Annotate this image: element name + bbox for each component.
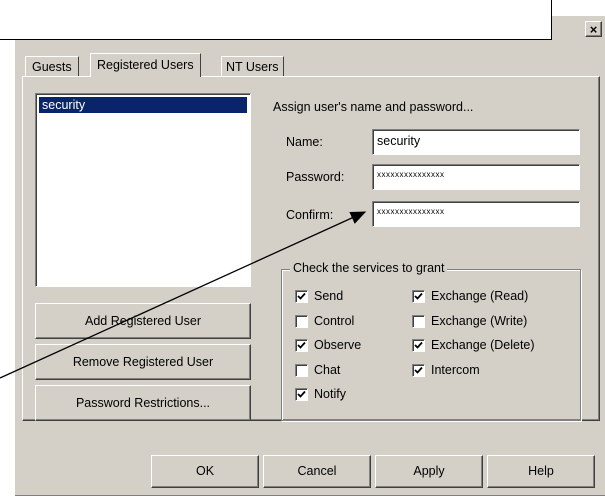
help-label: Help <box>528 464 554 478</box>
tab-guests-label: Guests <box>32 60 72 74</box>
list-item-label: security <box>42 98 86 112</box>
checkbox-empty-icon[interactable] <box>412 315 425 329</box>
checkmark-icon[interactable] <box>295 290 308 304</box>
registered-users-list[interactable]: security <box>35 93 251 287</box>
close-icon: × <box>589 22 598 37</box>
password-restrictions-label: Password Restrictions... <box>75 396 211 410</box>
service-label: Exchange (Read) <box>431 289 529 303</box>
service-label: Exchange (Write) <box>431 314 528 328</box>
add-registered-user-button[interactable]: Add Registered User <box>35 303 251 339</box>
service-checkbox-exchange-write[interactable]: Exchange (Write) <box>412 313 527 329</box>
service-checkbox-observe[interactable]: Observe <box>295 337 361 353</box>
apply-button[interactable]: Apply <box>375 455 483 488</box>
password-field[interactable]: xxxxxxxxxxxxxxx <box>372 164 580 190</box>
remove-registered-user-label: Remove Registered User <box>72 355 214 369</box>
service-checkbox-control[interactable]: Control <box>295 313 354 329</box>
apply-label: Apply <box>413 464 445 478</box>
checkmark-icon[interactable] <box>412 290 425 304</box>
service-label: Chat <box>314 363 341 377</box>
service-label: Control <box>314 314 355 328</box>
close-button[interactable]: × <box>585 21 602 37</box>
tab-guests[interactable]: Guests <box>25 56 79 76</box>
tab-registered-users-label: Registered Users <box>97 58 194 72</box>
service-checkbox-chat[interactable]: Chat <box>295 362 340 378</box>
password-restrictions-button[interactable]: Password Restrictions... <box>35 385 251 421</box>
service-checkbox-intercom[interactable]: Intercom <box>412 362 480 378</box>
service-label: Send <box>314 289 344 303</box>
service-label: Intercom <box>431 363 480 377</box>
cancel-button[interactable]: Cancel <box>263 455 371 488</box>
password-label: Password: <box>286 170 345 184</box>
add-registered-user-label: Add Registered User <box>84 314 202 328</box>
list-item[interactable]: security <box>39 97 247 113</box>
services-title: Check the services to grant <box>290 261 448 275</box>
cancel-label: Cancel <box>297 464 337 478</box>
ok-button[interactable]: OK <box>151 455 259 488</box>
name-label: Name: <box>286 135 323 149</box>
checkmark-icon[interactable] <box>295 339 308 353</box>
callout-box <box>0 0 552 40</box>
tab-nt-users[interactable]: NT Users <box>221 56 284 76</box>
name-field[interactable]: security <box>372 129 580 155</box>
help-button[interactable]: Help <box>487 455 595 488</box>
ok-label: OK <box>195 464 215 478</box>
checkmark-icon[interactable] <box>412 339 425 353</box>
tab-nt-users-label: NT Users <box>226 60 279 74</box>
service-label: Notify <box>314 387 346 401</box>
service-checkbox-notify[interactable]: Notify <box>295 386 346 402</box>
checkmark-icon[interactable] <box>412 364 425 378</box>
tab-registered-users[interactable]: Registered Users <box>90 53 201 77</box>
service-checkbox-exchange-read[interactable]: Exchange (Read) <box>412 288 528 304</box>
confirm-field[interactable]: xxxxxxxxxxxxxxx <box>372 201 580 227</box>
service-checkbox-send[interactable]: Send <box>295 288 343 304</box>
credentials-heading: Assign user's name and password... <box>273 100 474 114</box>
confirm-label: Confirm: <box>286 208 334 222</box>
remove-registered-user-button[interactable]: Remove Registered User <box>35 344 251 380</box>
service-checkbox-exchange-delete[interactable]: Exchange (Delete) <box>412 337 535 353</box>
checkbox-empty-icon[interactable] <box>295 315 308 329</box>
service-label: Observe <box>314 338 362 352</box>
checkbox-empty-icon[interactable] <box>295 364 308 378</box>
service-label: Exchange (Delete) <box>431 338 535 352</box>
checkmark-icon[interactable] <box>295 388 308 402</box>
